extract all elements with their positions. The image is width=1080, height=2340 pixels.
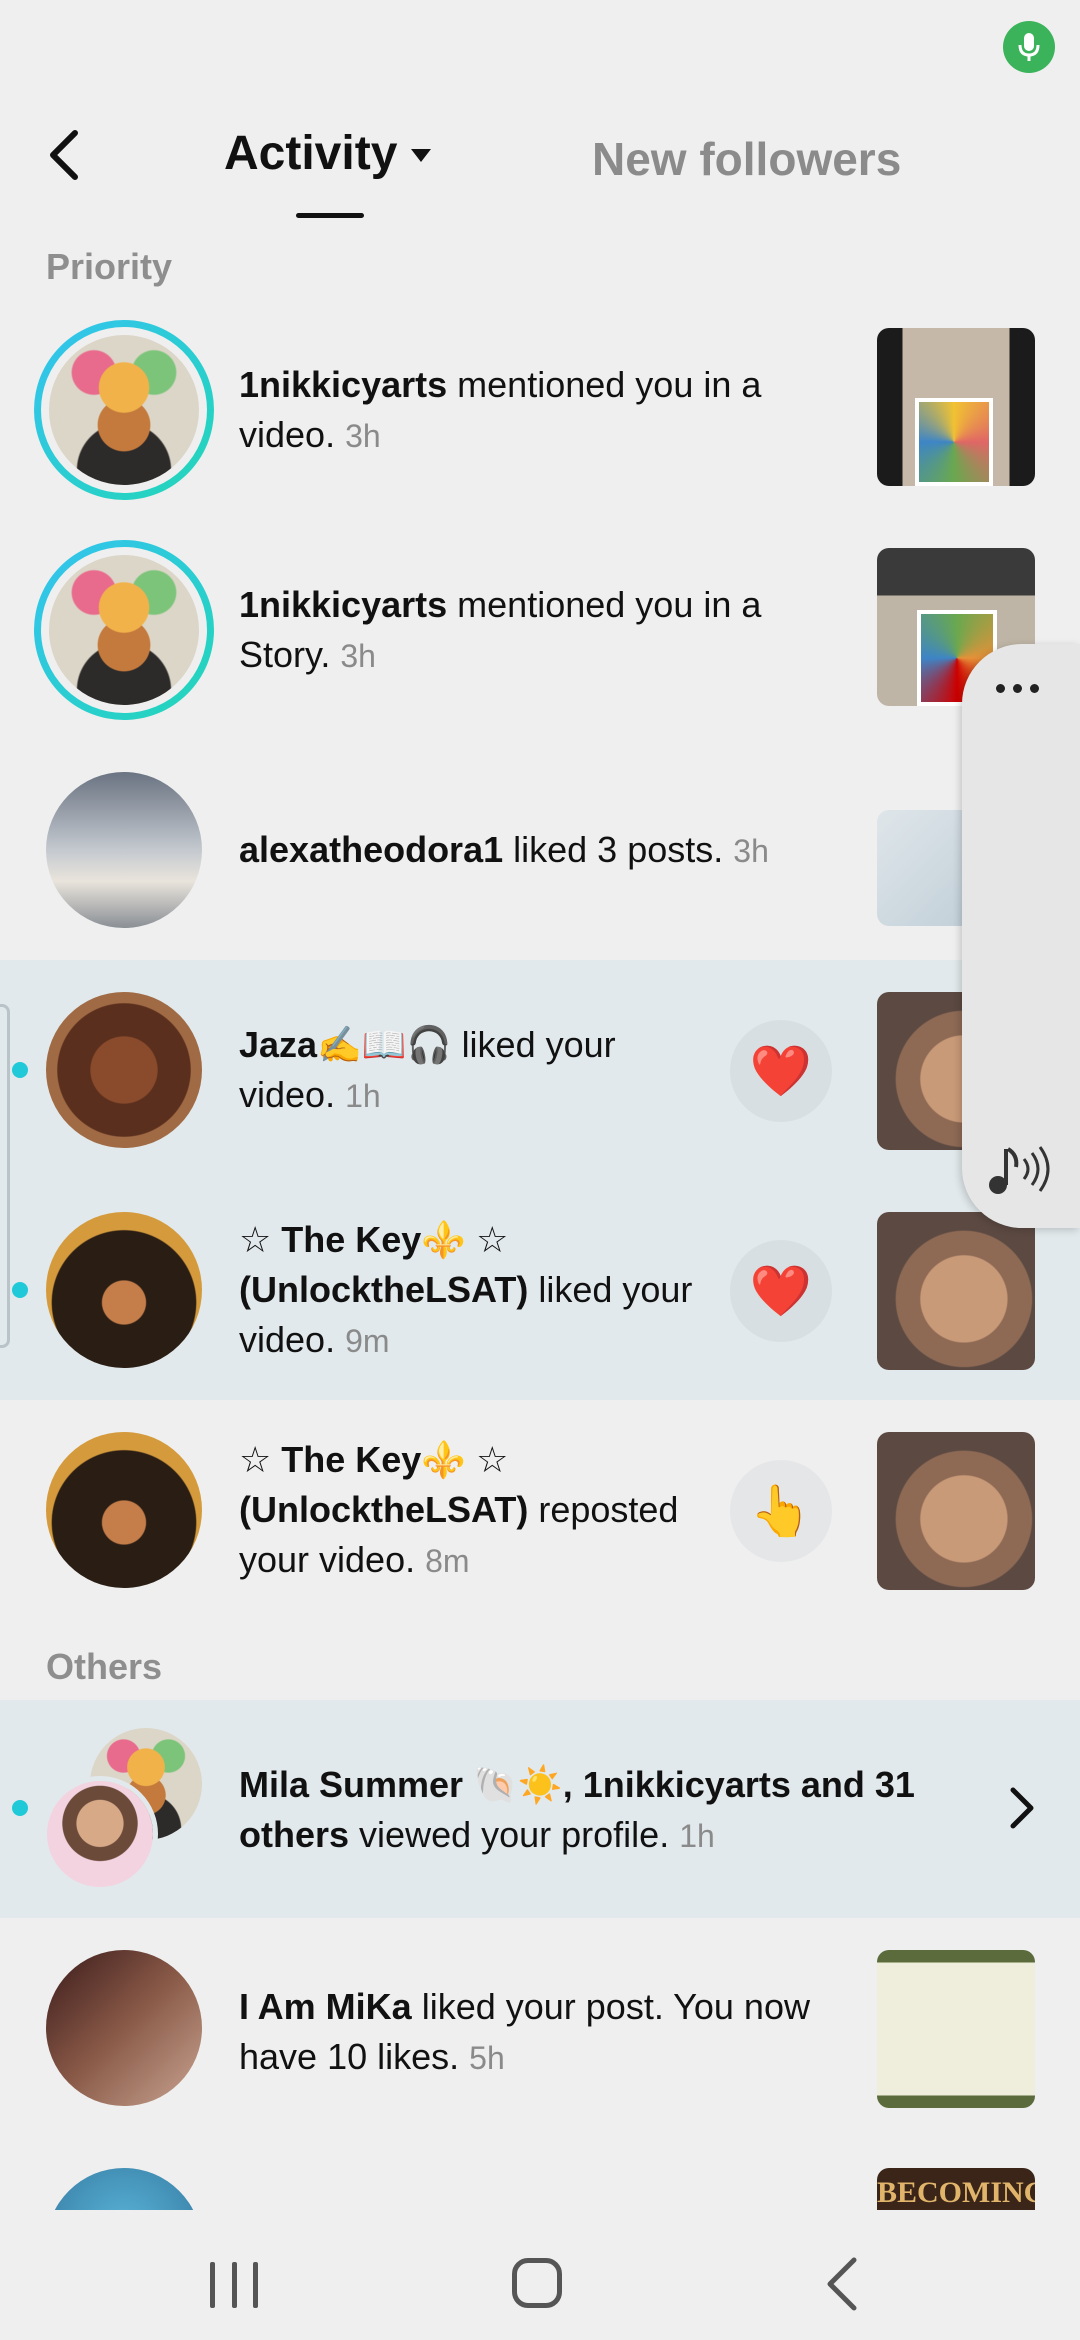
avatar[interactable] bbox=[34, 320, 214, 500]
audio-icon[interactable] bbox=[984, 1139, 1054, 1199]
post-thumbnail[interactable] bbox=[877, 1950, 1035, 2108]
notification-row[interactable]: ☆ The Key⚜️ ☆ (UnlocktheLSAT) reposted y… bbox=[0, 1400, 1080, 1620]
notification-text: ☆ The Key⚜️ ☆ (UnlocktheLSAT) reposted y… bbox=[239, 1435, 699, 1586]
notification-row[interactable]: BECOMING bbox=[0, 2160, 1080, 2210]
notification-username[interactable]: I Am MiKa bbox=[239, 1986, 412, 2027]
edge-handle[interactable] bbox=[0, 1004, 10, 1348]
unread-indicator bbox=[12, 1282, 28, 1298]
notification-username[interactable]: 1nikkicyarts bbox=[239, 584, 447, 625]
notification-username[interactable]: 1nikkicyarts bbox=[239, 364, 447, 405]
chevron-right-icon[interactable] bbox=[1000, 1778, 1044, 1838]
caret-down-icon bbox=[411, 148, 432, 162]
notification-time: 5h bbox=[469, 2040, 505, 2076]
notification-row[interactable]: ☆ The Key⚜️ ☆ (UnlocktheLSAT) liked your… bbox=[0, 1180, 1080, 1400]
section-priority-label: Priority bbox=[46, 246, 173, 287]
home-button[interactable] bbox=[512, 2258, 562, 2308]
notification-time: 8m bbox=[425, 1543, 470, 1579]
notification-text: 1nikkicyarts mentioned you in a Story. 3… bbox=[239, 580, 839, 681]
avatar[interactable] bbox=[46, 1950, 202, 2106]
system-nav-bar bbox=[0, 2210, 1080, 2340]
notification-time: 1h bbox=[345, 1078, 381, 1114]
more-dots-icon[interactable] bbox=[996, 684, 1039, 693]
mic-indicator bbox=[1003, 21, 1055, 73]
tab-new-followers[interactable]: New followers bbox=[592, 124, 901, 194]
avatar[interactable] bbox=[46, 1212, 202, 1368]
notification-time: 9m bbox=[345, 1323, 390, 1359]
mic-icon bbox=[1018, 33, 1040, 61]
notification-row[interactable]: I Am MiKa liked your post. You now have … bbox=[0, 1930, 1080, 2130]
notification-row[interactable]: Mila Summer 🐚☀️, 1nikkicyarts and 31 oth… bbox=[0, 1700, 1080, 1918]
avatar[interactable] bbox=[46, 992, 202, 1148]
system-back-icon[interactable] bbox=[822, 2256, 862, 2312]
thumbnail-title: BECOMING bbox=[877, 2168, 1035, 2210]
notification-time: 3h bbox=[340, 638, 376, 674]
notification-username[interactable]: ☆ The Key⚜️ ☆ (UnlocktheLSAT) bbox=[239, 1439, 528, 1530]
avatar[interactable] bbox=[46, 1432, 202, 1588]
notification-text: I Am MiKa liked your post. You now have … bbox=[239, 1982, 859, 2083]
tab-activity-label: Activity bbox=[224, 126, 398, 180]
avatar[interactable] bbox=[34, 540, 214, 720]
unread-indicator bbox=[12, 1800, 28, 1816]
notification-username[interactable]: Jaza✍️📖🎧 bbox=[239, 1024, 452, 1065]
back-arrow-icon bbox=[50, 130, 78, 180]
notification-time: 1h bbox=[679, 1818, 715, 1854]
notification-text: Jaza✍️📖🎧 liked your video. 1h bbox=[239, 1020, 699, 1121]
avatar[interactable] bbox=[46, 772, 202, 928]
avatar[interactable] bbox=[46, 2168, 202, 2210]
floating-side-panel[interactable] bbox=[962, 644, 1080, 1228]
notification-row[interactable]: 1nikkicyarts mentioned you in a video. 3… bbox=[0, 310, 1080, 510]
notification-time: 3h bbox=[345, 418, 381, 454]
post-thumbnail[interactable] bbox=[877, 328, 1035, 486]
post-thumbnail[interactable] bbox=[877, 1432, 1035, 1590]
avatar[interactable] bbox=[42, 1776, 158, 1892]
back-button[interactable] bbox=[36, 120, 92, 190]
repost-reaction-icon[interactable]: 👆 bbox=[730, 1460, 832, 1562]
post-thumbnail[interactable] bbox=[877, 1212, 1035, 1370]
notification-text: ☆ The Key⚜️ ☆ (UnlocktheLSAT) liked your… bbox=[239, 1215, 699, 1366]
notification-row[interactable]: 1nikkicyarts mentioned you in a Story. 3… bbox=[0, 530, 1080, 730]
notification-message: viewed your profile. bbox=[359, 1814, 670, 1855]
recents-button[interactable] bbox=[210, 2262, 258, 2308]
notification-row[interactable]: Jaza✍️📖🎧 liked your video. 1h ❤️ bbox=[0, 960, 1080, 1180]
notification-message: liked 3 posts. bbox=[513, 829, 724, 870]
section-others-label: Others bbox=[46, 1646, 163, 1687]
heart-reaction-icon[interactable]: ❤️ bbox=[730, 1240, 832, 1342]
notification-username[interactable]: ☆ The Key⚜️ ☆ (UnlocktheLSAT) bbox=[239, 1219, 528, 1310]
activity-screen: Activity New followers Priority 1nikkicy… bbox=[0, 0, 1080, 2340]
notification-text: Mila Summer 🐚☀️, 1nikkicyarts and 31 oth… bbox=[239, 1760, 939, 1861]
notification-row[interactable]: alexatheodora1 liked 3 posts. 3h bbox=[0, 750, 1080, 950]
notification-text: alexatheodora1 liked 3 posts. 3h bbox=[239, 825, 859, 876]
tab-activity[interactable]: Activity bbox=[224, 118, 432, 188]
notification-time: 3h bbox=[733, 833, 769, 869]
notification-text: 1nikkicyarts mentioned you in a video. 3… bbox=[239, 360, 839, 461]
tab-active-indicator bbox=[296, 213, 364, 218]
heart-reaction-icon[interactable]: ❤️ bbox=[730, 1020, 832, 1122]
unread-indicator bbox=[12, 1062, 28, 1078]
notification-username[interactable]: alexatheodora1 bbox=[239, 829, 503, 870]
post-thumbnail[interactable]: BECOMING bbox=[877, 2168, 1035, 2210]
